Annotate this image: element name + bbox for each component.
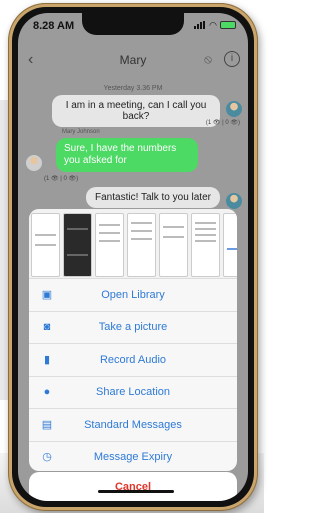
avatar (226, 193, 242, 209)
message-timestamp: Yesterday 3.36 PM (103, 85, 163, 92)
phone-screen: 8.28 AM ◠ ‹ Mary ⦸ i Yesterday 3.36 PM I… (18, 13, 248, 501)
message-expiry-button[interactable]: ◷ Message Expiry (29, 442, 237, 472)
camera-icon: ◙ (43, 321, 51, 334)
photo-thumbnail[interactable] (191, 213, 220, 277)
action-label: Take a picture (98, 321, 168, 334)
document-icon: ▤ (41, 418, 53, 431)
action-label: Message Expiry (93, 451, 173, 464)
cancel-button[interactable]: Cancel (29, 472, 237, 501)
action-label: Record Audio (99, 353, 167, 366)
photo-thumbnail[interactable] (31, 213, 60, 277)
info-icon[interactable]: i (224, 51, 240, 67)
contact-name: Mary (119, 53, 147, 67)
standard-messages-button[interactable]: ▤ Standard Messages (29, 409, 237, 442)
open-library-button[interactable]: ▣ Open Library (29, 279, 237, 312)
phone-notch (82, 13, 184, 35)
sender-name: Mary Johnson (62, 129, 100, 135)
action-list: ▣ Open Library ◙ Take a picture ▮ Record… (29, 279, 237, 471)
action-label: Standard Messages (84, 418, 182, 431)
microphone-icon: ▮ (43, 353, 51, 366)
read-receipt: (1 👁 | 0 👁) (205, 120, 240, 126)
read-receipt: (1 👁 | 0 👁) (44, 176, 79, 182)
attachment-action-sheet: ▣ Open Library ◙ Take a picture ▮ Record… (29, 209, 237, 471)
photo-thumbnail[interactable] (63, 213, 92, 277)
share-location-button[interactable]: ● Share Location (29, 377, 237, 409)
record-audio-button[interactable]: ▮ Record Audio (29, 344, 237, 377)
action-label: Share Location (96, 386, 170, 399)
recent-photos-strip[interactable] (29, 209, 237, 279)
status-time: 8.28 AM (33, 20, 75, 32)
chat-header: ‹ Mary ⦸ i (18, 45, 248, 75)
signal-icon (194, 21, 206, 29)
wifi-icon: ◠ (209, 20, 217, 30)
phone-bezel: 8.28 AM ◠ ‹ Mary ⦸ i Yesterday 3.36 PM I… (12, 7, 254, 507)
avatar (226, 101, 242, 117)
avatar (26, 155, 42, 171)
photo-thumbnail[interactable] (223, 213, 237, 277)
photo-thumbnail[interactable] (159, 213, 188, 277)
photo-thumbnail[interactable] (127, 213, 156, 277)
status-icons: ◠ (194, 20, 236, 30)
call-disabled-icon[interactable]: ⦸ (204, 52, 212, 67)
clock-icon: ◷ (42, 451, 52, 464)
home-indicator[interactable] (98, 490, 174, 493)
phone-frame: 8.28 AM ◠ ‹ Mary ⦸ i Yesterday 3.36 PM I… (8, 3, 258, 511)
incoming-message[interactable]: Sure, I have the numbers you afsked for (56, 138, 198, 172)
outgoing-message[interactable]: I am in a meeting, can I call you back? (52, 95, 220, 127)
battery-icon (220, 21, 236, 29)
image-icon: ▣ (41, 288, 53, 301)
photo-thumbnail[interactable] (95, 213, 124, 277)
outgoing-message[interactable]: Fantastic! Talk to you later (86, 187, 220, 208)
action-label: Open Library (101, 288, 165, 301)
location-pin-icon: ● (43, 386, 51, 399)
take-picture-button[interactable]: ◙ Take a picture (29, 312, 237, 344)
